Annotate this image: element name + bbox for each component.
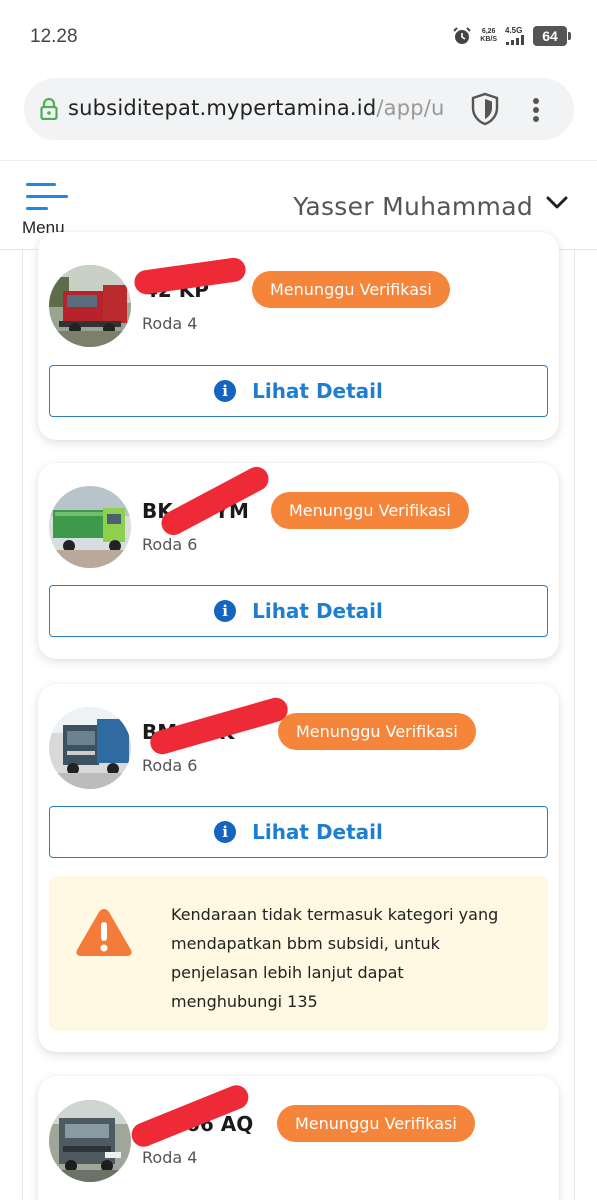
status-icons: 6,26 KB/S 4.5G 64 xyxy=(452,26,571,46)
view-detail-button[interactable]: i Lihat Detail xyxy=(49,806,548,858)
url-text[interactable]: subsiditepat.mypertamina.id/app/u xyxy=(68,96,480,120)
view-detail-button[interactable]: i Lihat Detail xyxy=(49,585,548,637)
warning-message: Kendaraan tidak termasuk kategori yang m… xyxy=(171,905,499,1011)
lock-icon xyxy=(40,98,58,120)
network-type: 4.5G xyxy=(505,26,523,35)
info-icon: i xyxy=(214,380,237,402)
wheel-count: Roda 4 xyxy=(142,314,198,333)
url-path: /app/u xyxy=(376,96,445,120)
view-detail-label: Lihat Detail xyxy=(252,379,383,403)
battery-icon: 64 xyxy=(533,26,571,46)
vehicle-photo xyxy=(49,1100,131,1182)
vehicle-card: BK 1 YM Menunggu Verifikasi Roda 6 i Lih… xyxy=(38,462,559,659)
view-detail-button[interactable]: i Lihat Detail xyxy=(49,365,548,417)
net-speed-unit: KB/S xyxy=(480,36,497,43)
view-detail-label: Lihat Detail xyxy=(252,820,383,844)
vehicle-card: 42 KP Menunggu Verifikasi Roda 4 i Lihat… xyxy=(38,232,559,440)
vehicle-photo xyxy=(49,265,131,347)
shield-icon[interactable] xyxy=(470,92,500,126)
status-bar: 12.28 6,26 KB/S 4.5G 64 xyxy=(0,0,597,78)
chevron-down-icon[interactable] xyxy=(546,195,568,211)
net-speed: 6,26 KB/S xyxy=(480,28,497,44)
status-badge: Menunggu Verifikasi xyxy=(278,713,476,750)
signal-indicator: 4.5G xyxy=(505,27,525,45)
wheel-count: Roda 6 xyxy=(142,756,198,775)
net-speed-value: 6,26 xyxy=(481,28,496,35)
hamburger-icon xyxy=(26,177,68,215)
view-detail-label: Lihat Detail xyxy=(252,599,383,623)
vehicle-photo xyxy=(49,707,131,789)
status-badge: Menunggu Verifikasi xyxy=(271,492,469,529)
user-name[interactable]: Yasser Muhammad xyxy=(293,192,533,221)
info-icon: i xyxy=(214,600,237,622)
more-options-icon[interactable] xyxy=(528,96,544,124)
signal-bars-icon xyxy=(506,35,524,45)
info-icon: i xyxy=(214,821,237,843)
status-time: 12.28 xyxy=(30,26,78,47)
url-host: subsiditepat.mypertamina.id xyxy=(68,96,377,120)
vehicle-card: 066 AQ Menunggu Verifikasi Roda 4 xyxy=(38,1076,559,1200)
wheel-count: Roda 6 xyxy=(142,535,198,554)
vehicle-photo xyxy=(49,486,131,568)
wheel-count: Roda 4 xyxy=(142,1148,198,1167)
alarm-icon xyxy=(453,27,471,44)
status-badge: Menunggu Verifikasi xyxy=(252,271,450,308)
warning-icon xyxy=(76,909,132,956)
address-bar[interactable]: subsiditepat.mypertamina.id/app/u xyxy=(24,78,574,140)
status-badge: Menunggu Verifikasi xyxy=(277,1105,475,1142)
warning-box: Kendaraan tidak termasuk kategori yang m… xyxy=(49,876,548,1031)
vehicle-card: BM 8 K Menunggu Verifikasi Roda 6 i Liha… xyxy=(38,684,559,1052)
